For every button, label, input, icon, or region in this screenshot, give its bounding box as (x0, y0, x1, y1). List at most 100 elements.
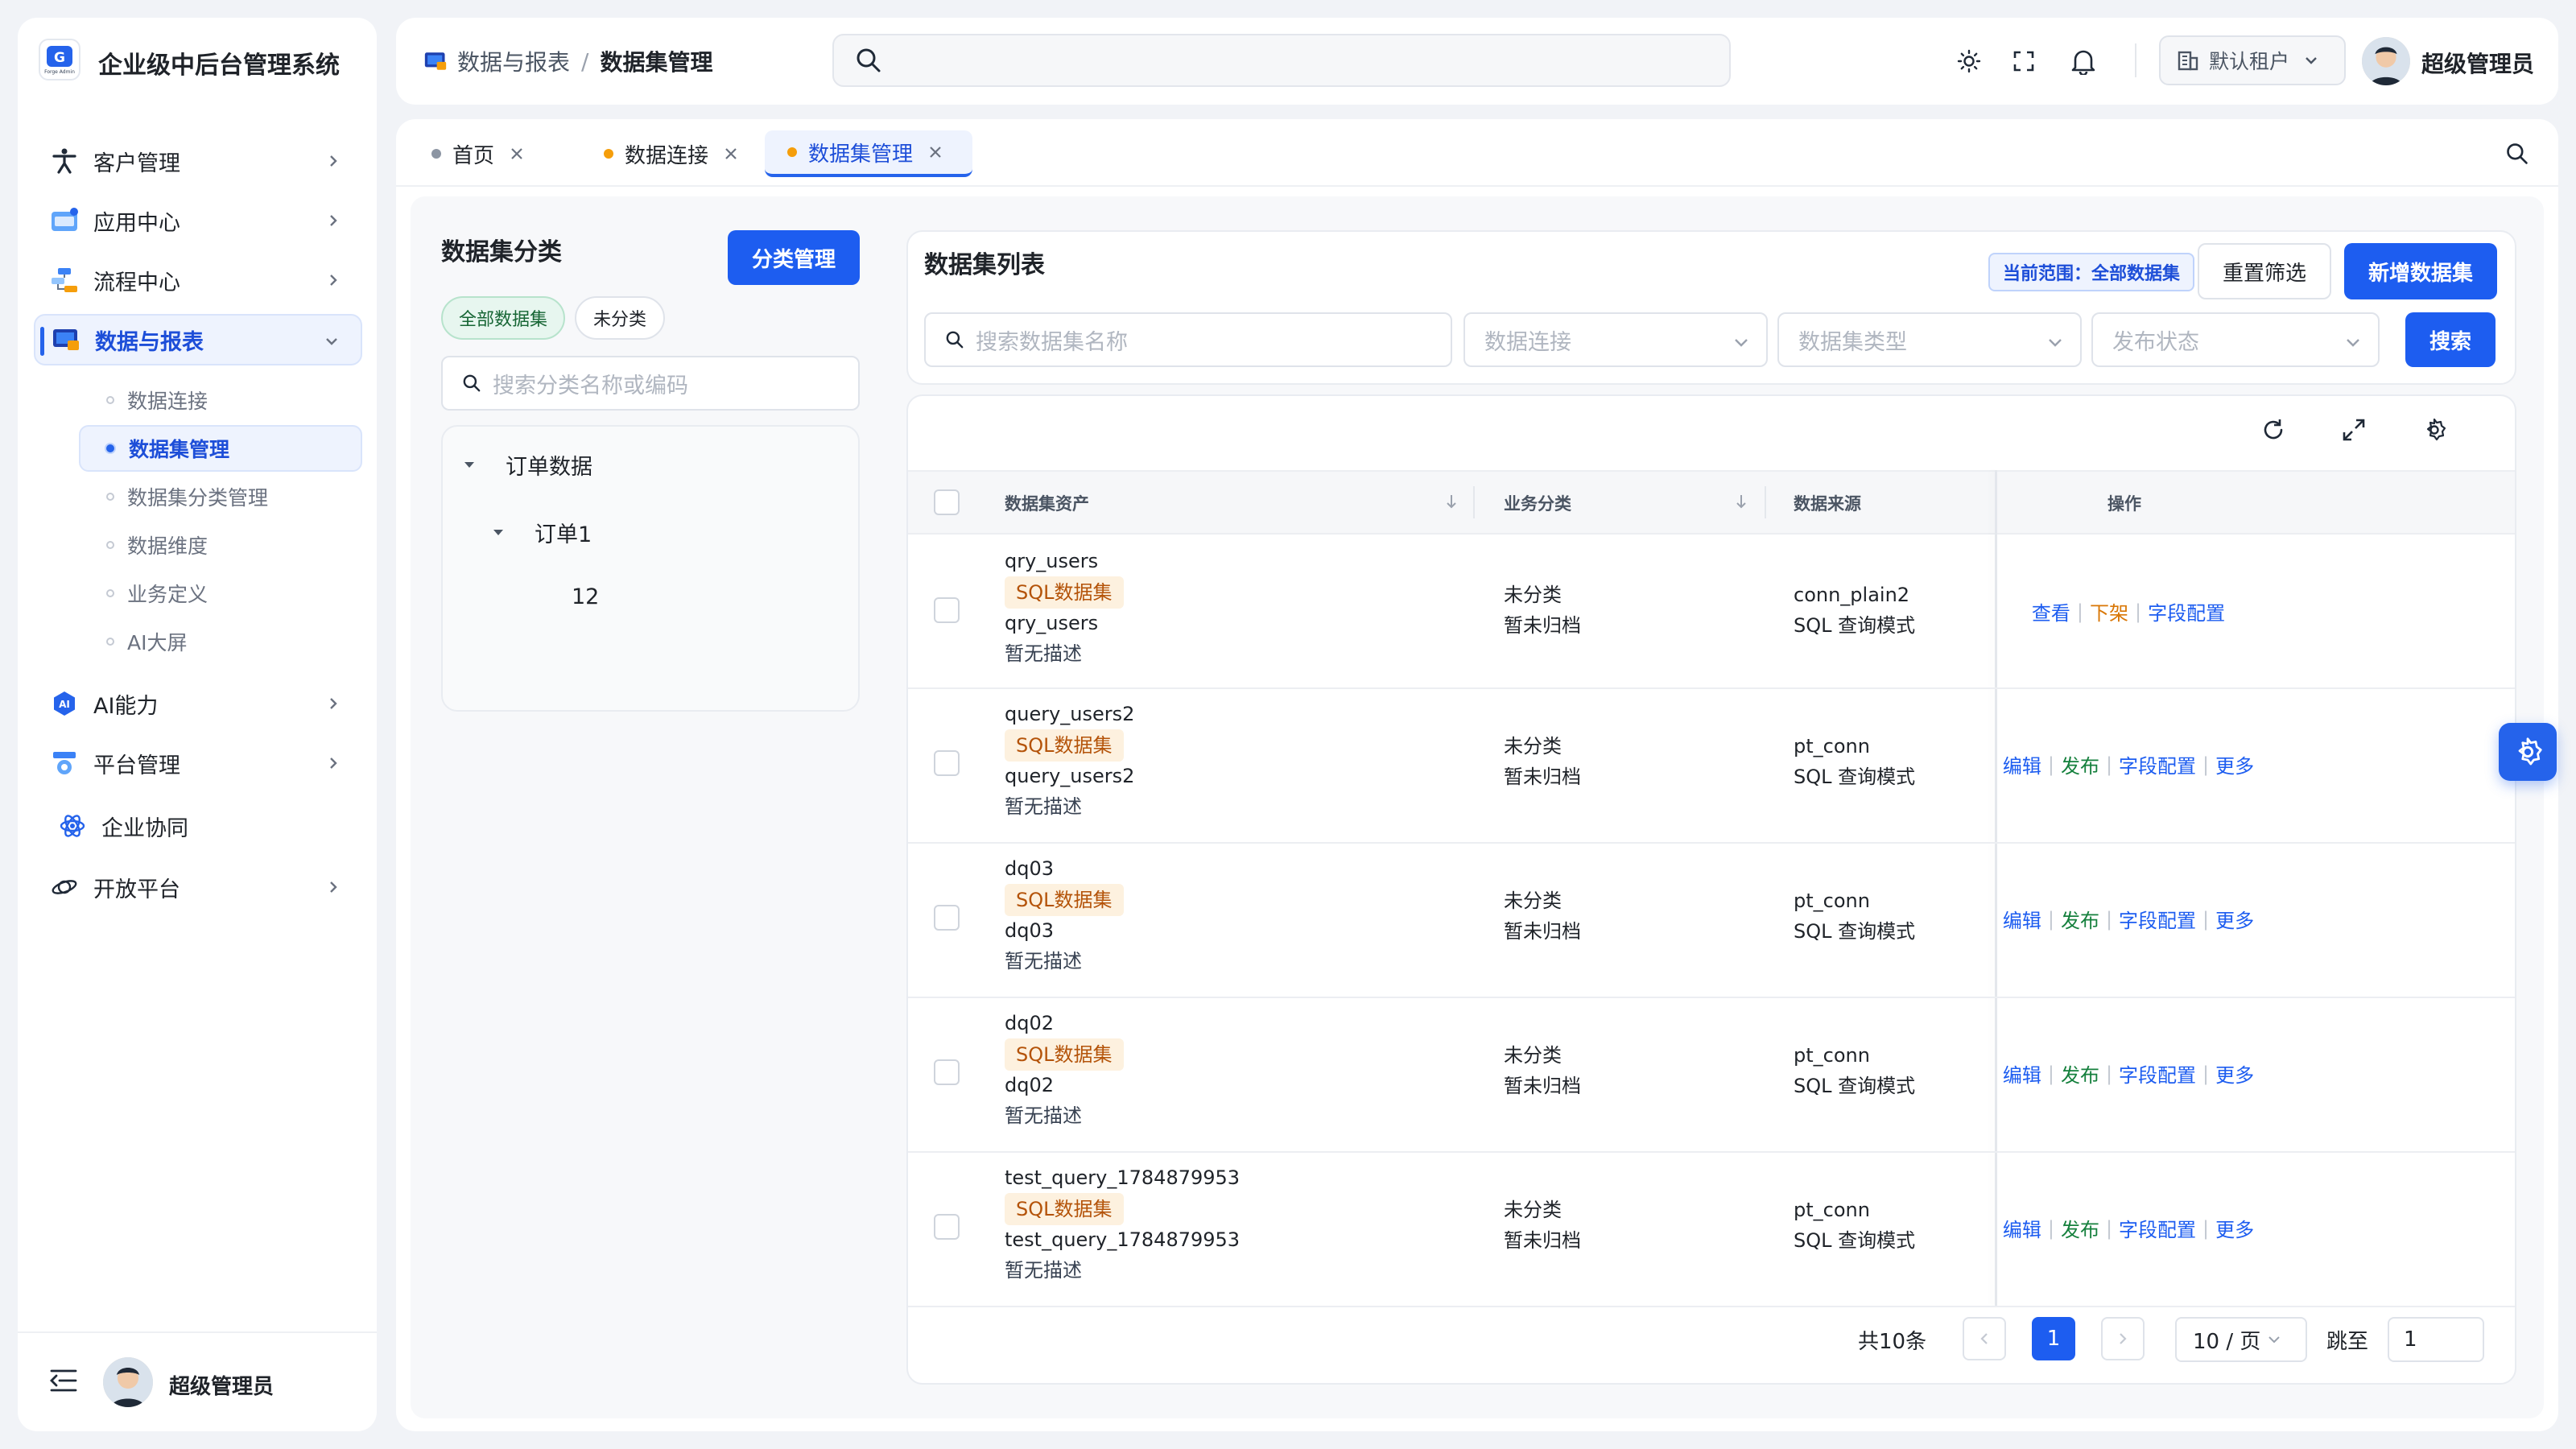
more-link[interactable]: 更多 (2215, 1214, 2254, 1242)
sidebar-item-flow-center[interactable]: 流程中心 (34, 254, 362, 306)
breadcrumb-item-parent[interactable]: 数据与报表 (457, 45, 570, 77)
filter-publish-status[interactable]: 发布状态 (2091, 312, 2380, 367)
view-link[interactable]: 查看 (2032, 597, 2070, 625)
tenant-label: 默认租户 (2209, 50, 2290, 73)
tenant-select[interactable]: 默认租户 (2159, 35, 2346, 85)
row-checkbox[interactable] (934, 1059, 960, 1085)
row-checkbox[interactable] (934, 1214, 960, 1240)
dataset-search-input[interactable]: 搜索数据集名称 (924, 312, 1452, 367)
select-all-checkbox[interactable] (934, 489, 960, 515)
close-icon[interactable] (509, 146, 525, 162)
col-header-category: 业务分类 (1504, 494, 1571, 514)
sidebar-subitem-dataset-management[interactable]: 数据集管理 (79, 425, 362, 472)
sidebar-subitem-data-connection[interactable]: 数据连接 (79, 377, 362, 423)
jump-page-input[interactable]: 1 (2388, 1317, 2484, 1362)
row-checkbox[interactable] (934, 597, 960, 623)
close-icon[interactable] (927, 144, 943, 160)
sidebar-subitem-business-definition[interactable]: 业务定义 (79, 570, 362, 617)
page-size-select[interactable]: 10 / 页 (2175, 1317, 2307, 1362)
tree-node-label: 订单1 (535, 522, 592, 547)
header-user-avatar[interactable] (2362, 37, 2410, 85)
chip-all-datasets[interactable]: 全部数据集 (441, 296, 565, 340)
unpublish-link[interactable]: 下架 (2090, 597, 2128, 625)
row-checkbox[interactable] (934, 750, 960, 776)
breadcrumb-item-current: 数据集管理 (600, 49, 713, 76)
tree-node-order-data[interactable]: 订单数据 (462, 449, 592, 481)
floating-settings-button[interactable] (2499, 723, 2557, 781)
category-manage-button[interactable]: 分类管理 (728, 230, 860, 285)
chevron-down-icon (2306, 57, 2317, 64)
sql-dataset-tag: SQL数据集 (1005, 729, 1124, 762)
sidebar-item-open-platform[interactable]: 开放平台 (34, 861, 362, 913)
chip-uncategorized[interactable]: 未分类 (575, 296, 665, 340)
edit-link[interactable]: 编辑 (2003, 1214, 2041, 1242)
sort-icon[interactable] (1734, 493, 1748, 510)
fullscreen-icon[interactable] (2008, 45, 2040, 77)
sidebar-item-data-report[interactable]: 数据与报表 (34, 314, 362, 365)
publish-link[interactable]: 发布 (2061, 905, 2099, 933)
filter-dataset-type[interactable]: 数据集类型 (1777, 312, 2082, 367)
tree-node-label: 订单数据 (506, 455, 592, 480)
edit-link[interactable]: 编辑 (2003, 905, 2041, 933)
refresh-icon[interactable] (2260, 417, 2286, 443)
prev-page-button[interactable] (1963, 1317, 2006, 1360)
header-divider (2135, 43, 2136, 77)
expand-icon[interactable] (2341, 417, 2367, 443)
chevron-down-icon (326, 338, 337, 345)
tree-node-order1[interactable]: 订单1 (491, 517, 592, 548)
sidebar-item-platform[interactable]: 平台管理 (34, 737, 362, 789)
row-divider (908, 1151, 2515, 1153)
asset-name[interactable]: qry_users (1005, 546, 1124, 576)
user-avatar[interactable] (103, 1357, 153, 1407)
theme-toggle-icon[interactable] (1953, 45, 1985, 77)
sidebar-subitem-data-dimension[interactable]: 数据维度 (79, 522, 362, 568)
next-page-button[interactable] (2101, 1317, 2145, 1360)
global-search-input[interactable] (832, 34, 1731, 87)
tab-search-icon[interactable] (2505, 142, 2529, 166)
tab-data-connection[interactable]: 数据连接 (581, 130, 757, 177)
filter-data-connection[interactable]: 数据连接 (1463, 312, 1768, 367)
sql-dataset-tag: SQL数据集 (1005, 884, 1124, 916)
asset-name[interactable]: dq03 (1005, 853, 1124, 884)
sort-icon[interactable] (1444, 493, 1459, 510)
row-checkbox[interactable] (934, 905, 960, 931)
category-cell: 未分类 暂未归档 (1504, 1195, 1581, 1256)
publish-link[interactable]: 发布 (2061, 1059, 2099, 1088)
field-config-link[interactable]: 字段配置 (2148, 597, 2225, 625)
edit-link[interactable]: 编辑 (2003, 750, 2041, 778)
tree-node-12[interactable]: 12 (572, 584, 599, 609)
publish-link[interactable]: 发布 (2061, 750, 2099, 778)
asset-desc: 暂无描述 (1005, 1259, 1082, 1282)
chevron-right-icon (2120, 1333, 2127, 1344)
close-icon[interactable] (723, 146, 739, 162)
field-config-link[interactable]: 字段配置 (2119, 750, 2196, 778)
more-link[interactable]: 更多 (2215, 1059, 2254, 1088)
page-1-button[interactable]: 1 (2032, 1317, 2075, 1360)
search-button[interactable]: 搜索 (2405, 312, 2496, 367)
more-link[interactable]: 更多 (2215, 750, 2254, 778)
asset-name[interactable]: test_query_1784879953 (1005, 1162, 1240, 1193)
field-config-link[interactable]: 字段配置 (2119, 905, 2196, 933)
asset-name[interactable]: query_users2 (1005, 699, 1134, 729)
sidebar-item-ai[interactable]: AI AI能力 (34, 678, 362, 729)
publish-link[interactable]: 发布 (2061, 1214, 2099, 1242)
sidebar-subitem-ai-screen[interactable]: AI大屏 (79, 618, 362, 665)
more-link[interactable]: 更多 (2215, 905, 2254, 933)
sidebar-item-app-center[interactable]: 应用中心 (34, 195, 362, 246)
sidebar-subitem-dataset-category[interactable]: 数据集分类管理 (79, 473, 362, 520)
tab-dataset-management[interactable]: 数据集管理 (765, 130, 972, 177)
asset-name[interactable]: dq02 (1005, 1008, 1124, 1038)
edit-link[interactable]: 编辑 (2003, 1059, 2041, 1088)
field-config-link[interactable]: 字段配置 (2119, 1059, 2196, 1088)
tab-home[interactable]: 首页 (427, 130, 573, 177)
reset-filter-button[interactable]: 重置筛选 (2198, 243, 2331, 299)
sidebar-item-customer[interactable]: 客户管理 (34, 135, 362, 187)
column-settings-icon[interactable] (2421, 417, 2447, 443)
collapse-menu-icon[interactable] (50, 1368, 77, 1393)
notification-bell-icon[interactable] (2067, 45, 2099, 77)
field-config-link[interactable]: 字段配置 (2119, 1214, 2196, 1242)
new-dataset-button[interactable]: 新增数据集 (2344, 243, 2497, 299)
sidebar-item-collab[interactable]: 企业协同 (34, 800, 362, 852)
category-search-input[interactable]: 搜索分类名称或编码 (441, 356, 860, 411)
header-user-name[interactable]: 超级管理员 (2421, 47, 2534, 79)
